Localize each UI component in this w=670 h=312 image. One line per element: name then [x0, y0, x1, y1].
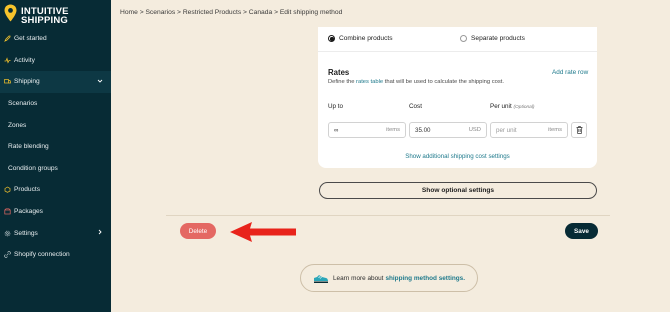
sidebar-item-label: Shipping — [14, 78, 40, 86]
divider — [166, 215, 610, 216]
add-rate-row-link[interactable]: Add rate row — [552, 69, 588, 76]
location-pin-icon — [4, 4, 17, 22]
show-optional-settings-button[interactable]: Show optional settings — [319, 182, 597, 199]
sidebar-item-settings[interactable]: Settings — [0, 222, 111, 244]
chevron-right-icon[interactable] — [97, 229, 103, 235]
sidebar-item-get-started[interactable]: Get started — [0, 28, 111, 50]
rates-table-link[interactable]: rates table — [356, 79, 383, 85]
sidebar-item-shopify-connection[interactable]: Shopify connection — [0, 244, 111, 266]
sidebar-item-shipping[interactable]: Shipping — [0, 71, 111, 93]
rocket-icon — [4, 35, 11, 43]
sidebar-item-label: Scenarios — [8, 100, 38, 108]
chevron-down-icon[interactable] — [97, 78, 103, 84]
cost-input[interactable]: 35.00 USD — [409, 122, 487, 138]
up-to-input[interactable]: ∞ items — [328, 122, 406, 138]
sidebar-item-label: Shopify connection — [14, 251, 70, 259]
rates-title: Rates — [328, 68, 350, 77]
sidebar-item-label: Products — [14, 186, 41, 194]
radio-label: Combine products — [339, 35, 393, 42]
radio-selected-icon — [328, 35, 335, 42]
gear-icon — [4, 230, 11, 237]
show-additional-settings-link[interactable]: Show additional shipping cost settings — [318, 153, 597, 160]
save-button[interactable]: Save — [565, 223, 598, 239]
sidebar-item-rate-blending[interactable]: Rate blending — [0, 136, 111, 158]
delete-button[interactable]: Delete — [180, 223, 216, 239]
red-arrow-annotation — [230, 222, 296, 242]
packages-icon — [4, 208, 11, 215]
column-header-cost: Cost — [409, 103, 422, 110]
sidebar-item-label: Condition groups — [8, 164, 58, 172]
products-icon — [4, 186, 11, 194]
sidebar-item-activity[interactable]: Activity — [0, 50, 111, 72]
delete-row-button[interactable] — [571, 122, 587, 138]
shoe-icon — [314, 275, 328, 283]
sidebar-item-condition-groups[interactable]: Condition groups — [0, 158, 111, 180]
combine-products-radio[interactable]: Combine products — [328, 35, 393, 42]
sidebar: INTUITIVE SHIPPING Get started Activity … — [0, 0, 111, 312]
sidebar-item-products[interactable]: Products — [0, 179, 111, 201]
activity-icon — [4, 57, 11, 64]
link-icon — [4, 251, 11, 258]
brand-name: INTUITIVE SHIPPING — [21, 6, 69, 26]
sidebar-nav: Get started Activity Shipping Scenarios … — [0, 28, 111, 266]
sidebar-item-label: Get started — [14, 35, 47, 43]
learn-more-banner[interactable]: Learn more about shipping method setting… — [300, 264, 478, 292]
radio-unselected-icon — [460, 35, 467, 42]
brand-logo[interactable]: INTUITIVE SHIPPING — [4, 4, 108, 26]
sidebar-item-scenarios[interactable]: Scenarios — [0, 93, 111, 115]
rates-description: Define the rates table that will be used… — [328, 79, 504, 85]
column-header-per-unit: Per unit (Optional) — [490, 103, 535, 110]
sidebar-item-packages[interactable]: Packages — [0, 201, 111, 223]
per-unit-input[interactable]: per unit items — [490, 122, 568, 138]
separate-products-radio[interactable]: Separate products — [460, 35, 525, 42]
sidebar-item-label: Settings — [14, 229, 38, 237]
sidebar-item-label: Packages — [14, 208, 43, 216]
trash-icon — [576, 126, 582, 134]
sidebar-item-label: Activity — [14, 56, 35, 64]
sidebar-item-zones[interactable]: Zones — [0, 114, 111, 136]
divider — [318, 51, 597, 52]
rates-card: Combine products Separate products Rates… — [318, 27, 597, 168]
breadcrumb[interactable]: Home > Scenarios > Restricted Products >… — [120, 9, 342, 16]
sidebar-item-label: Zones — [8, 121, 27, 129]
shipping-method-settings-link[interactable]: shipping method settings. — [385, 275, 465, 282]
radio-label: Separate products — [471, 35, 525, 42]
truck-icon — [4, 78, 11, 85]
sidebar-item-label: Rate blending — [8, 143, 49, 151]
column-header-up-to: Up to — [328, 103, 344, 110]
